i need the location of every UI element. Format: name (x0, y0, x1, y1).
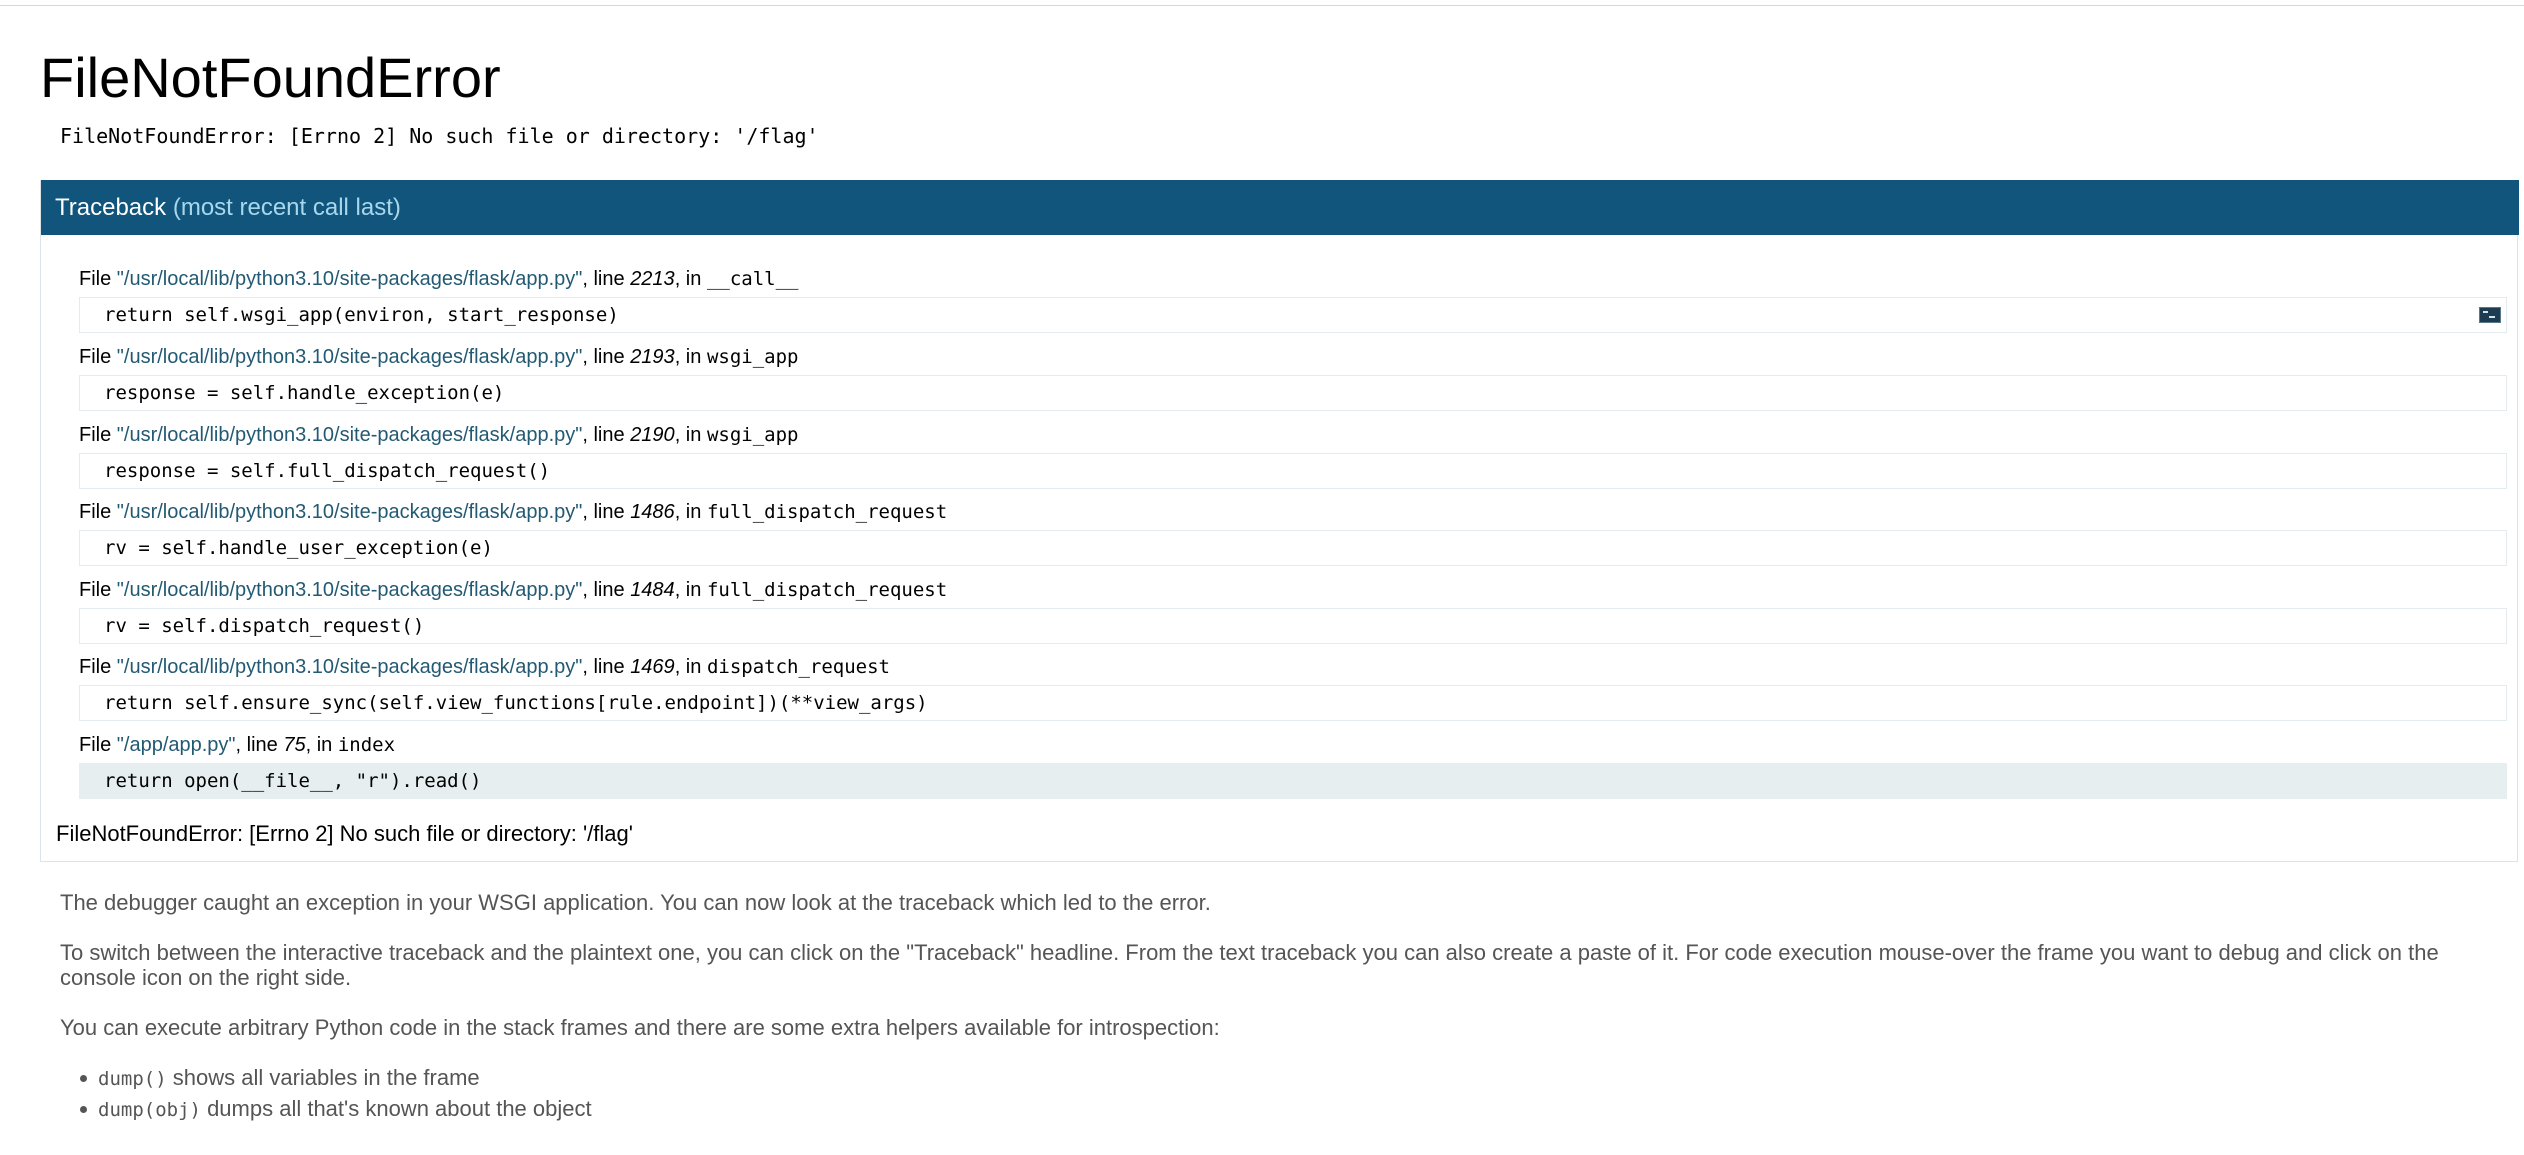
traceback-headline[interactable]: Traceback (most recent call last) (41, 180, 2519, 235)
frame-code-line-current[interactable]: return open(__file__, "r").read() (79, 763, 2507, 799)
frame-path: "/app/app.py" (116, 734, 236, 756)
frame-line-number: 75 (283, 734, 306, 756)
frame-code: rv = self.dispatch_request() (104, 615, 425, 637)
frame-file-prefix: File (79, 346, 117, 368)
frame-line-number: 2213 (630, 268, 675, 290)
helper-list: dump() shows all variables in the frame … (60, 1063, 592, 1125)
top-divider (0, 5, 2524, 6)
frame-line-number: 2193 (630, 346, 675, 368)
frame-path: "/usr/local/lib/python3.10/site-packages… (116, 268, 583, 290)
frame-code: response = self.handle_exception(e) (104, 382, 505, 404)
frame-line-prefix: , line (582, 424, 631, 446)
console-icon[interactable] (2479, 307, 2501, 323)
frame-file-line: File "/usr/local/lib/python3.10/site-pac… (79, 344, 798, 370)
helper-description: shows all variables in the frame (166, 1065, 480, 1090)
frame-file-line: File "/app/app.py", line 75, in index (79, 732, 395, 758)
frame-function: dispatch_request (706, 656, 890, 678)
traceback-panel: Traceback (most recent call last) File "… (40, 180, 2519, 862)
frame-file-line: File "/usr/local/lib/python3.10/site-pac… (79, 654, 890, 680)
frame-function: wsgi_app (706, 346, 799, 368)
frame-file-line: File "/usr/local/lib/python3.10/site-pac… (79, 499, 947, 525)
error-message: FileNotFoundError: [Errno 2] No such fil… (60, 124, 819, 148)
frame-function: index (337, 734, 396, 756)
explanation-paragraph-1: The debugger caught an exception in your… (60, 890, 1211, 915)
frame-function: wsgi_app (706, 424, 799, 446)
frame-code-line[interactable]: return self.ensure_sync(self.view_functi… (79, 685, 2507, 721)
frame-line-number: 2190 (630, 424, 675, 446)
frame-line-prefix: , line (582, 656, 631, 678)
page-title: FileNotFoundError (40, 46, 501, 109)
explanation-paragraph-2: To switch between the interactive traceb… (60, 940, 2439, 990)
frame-file-line: File "/usr/local/lib/python3.10/site-pac… (79, 577, 947, 603)
frame-code-line[interactable]: rv = self.handle_user_exception(e) (79, 530, 2507, 566)
frame-line-number: 1469 (630, 656, 675, 678)
frame-path: "/usr/local/lib/python3.10/site-packages… (116, 501, 583, 523)
frame-code: response = self.full_dispatch_request() (104, 460, 551, 482)
frame-path: "/usr/local/lib/python3.10/site-packages… (116, 656, 583, 678)
frame-in-prefix: , in (674, 346, 707, 368)
frame-in-prefix: , in (674, 268, 707, 290)
frame-in-prefix: , in (674, 501, 707, 523)
frame-file-line: File "/usr/local/lib/python3.10/site-pac… (79, 266, 798, 292)
frame-code-line[interactable]: return self.wsgi_app(environ, start_resp… (79, 297, 2507, 333)
explanation-paragraph-3: You can execute arbitrary Python code in… (60, 1015, 1220, 1040)
traceback-label: Traceback (55, 194, 167, 221)
frame-path: "/usr/local/lib/python3.10/site-packages… (116, 579, 583, 601)
frame-code-line[interactable]: response = self.full_dispatch_request() (79, 453, 2507, 489)
helper-description: dumps all that's known about the object (200, 1096, 592, 1121)
frame-function: full_dispatch_request (706, 579, 948, 601)
frame-code: rv = self.handle_user_exception(e) (104, 537, 493, 559)
frame-in-prefix: , in (674, 579, 707, 601)
frame-function: __call__ (706, 268, 799, 290)
frame-path: "/usr/local/lib/python3.10/site-packages… (116, 346, 583, 368)
frame-file-prefix: File (79, 579, 117, 601)
frame-code-line[interactable]: response = self.handle_exception(e) (79, 375, 2507, 411)
frame-code: return self.ensure_sync(self.view_functi… (104, 692, 928, 714)
frame-file-prefix: File (79, 734, 117, 756)
helper-code: dump() (98, 1068, 167, 1090)
frame-function: full_dispatch_request (706, 501, 948, 523)
traceback-sublabel: (most recent call last) (172, 194, 401, 221)
frame-code: return self.wsgi_app(environ, start_resp… (104, 304, 619, 326)
helper-code: dump(obj) (98, 1099, 201, 1121)
frame-line-prefix: , line (582, 579, 631, 601)
frame-path: "/usr/local/lib/python3.10/site-packages… (116, 424, 583, 446)
frame-in-prefix: , in (305, 734, 338, 756)
bullet-icon (80, 1106, 87, 1113)
frame-in-prefix: , in (674, 656, 707, 678)
frame-line-prefix: , line (582, 268, 631, 290)
frame-file-prefix: File (79, 424, 117, 446)
bullet-icon (80, 1075, 87, 1082)
frame-file-prefix: File (79, 501, 117, 523)
list-item: dump() shows all variables in the frame (60, 1063, 592, 1094)
frame-code-line[interactable]: rv = self.dispatch_request() (79, 608, 2507, 644)
frame-in-prefix: , in (674, 424, 707, 446)
frame-line-number: 1486 (630, 501, 675, 523)
frame-file-line: File "/usr/local/lib/python3.10/site-pac… (79, 422, 798, 448)
frame-file-prefix: File (79, 656, 117, 678)
frame-file-prefix: File (79, 268, 117, 290)
frame-line-prefix: , line (235, 734, 284, 756)
final-error-message: FileNotFoundError: [Errno 2] No such fil… (56, 821, 633, 846)
frame-line-number: 1484 (630, 579, 675, 601)
frame-code: return open(__file__, "r").read() (104, 770, 482, 792)
frame-line-prefix: , line (582, 346, 631, 368)
frame-line-prefix: , line (582, 501, 631, 523)
list-item: dump(obj) dumps all that's known about t… (60, 1094, 592, 1125)
